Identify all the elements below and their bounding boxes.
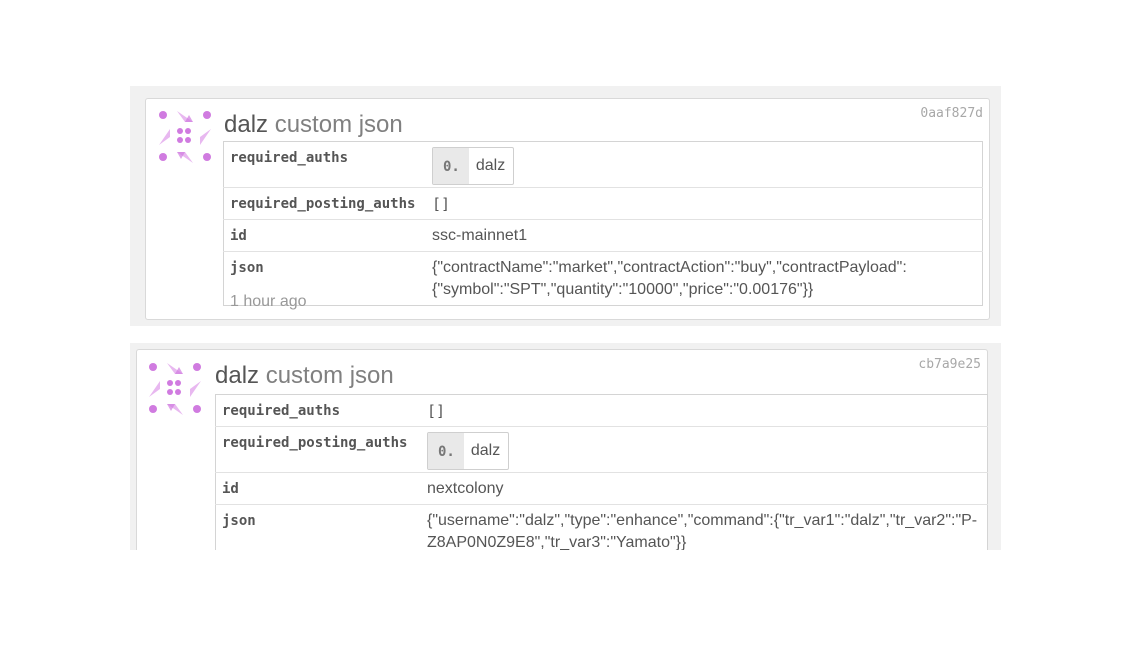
table-row: id nextcolony <box>215 472 988 505</box>
field-value: [] <box>427 402 446 420</box>
field-key: id <box>215 472 421 505</box>
operation-type: custom json <box>265 362 394 389</box>
table-row: required_posting_auths [] <box>223 187 983 220</box>
field-value: 0. dalz <box>421 426 988 473</box>
auth-entry: 0. dalz <box>427 432 510 470</box>
field-value: [] <box>426 187 983 220</box>
timestamp: 1 hour ago <box>230 293 307 310</box>
operation-title: dalz custom json <box>215 361 394 391</box>
field-value: 0. dalz <box>426 142 983 188</box>
field-key: required_posting_auths <box>215 426 421 473</box>
field-value: nextcolony <box>421 472 988 505</box>
identicon-avatar-icon[interactable] <box>157 109 213 165</box>
field-key: required_auths <box>230 150 349 166</box>
operation-card: dalz custom json 0aaf827d required_auths… <box>145 98 990 320</box>
field-key: id <box>223 219 426 252</box>
auth-account-link[interactable]: dalz <box>469 148 513 184</box>
identicon-avatar-icon[interactable] <box>147 361 203 417</box>
auth-index: 0. <box>428 433 464 469</box>
operation-details-table: required_auths 0. dalz required_posting_… <box>223 141 983 306</box>
auth-account-link[interactable]: dalz <box>464 433 508 469</box>
table-row: required_posting_auths 0. dalz <box>215 426 988 473</box>
table-row: json {"username":"dalz","type":"enhance"… <box>215 504 988 550</box>
table-row: required_auths 0. dalz <box>224 142 983 188</box>
author-link[interactable]: dalz <box>215 362 259 389</box>
field-key: required_auths <box>222 403 341 419</box>
json-value: {"contractName":"market","contractAction… <box>426 251 983 306</box>
table-row: json {"contractName":"market","contractA… <box>223 251 983 306</box>
transaction-id-link[interactable]: 0aaf827d <box>920 106 983 121</box>
table-row: required_auths [] <box>216 395 988 427</box>
transaction-id-link[interactable]: cb7a9e25 <box>918 357 981 372</box>
auth-index: 0. <box>433 148 469 184</box>
operation-type: custom json <box>274 111 403 138</box>
field-key: required_posting_auths <box>223 187 426 220</box>
operation-panel-1: dalz custom json 0aaf827d required_auths… <box>130 86 1001 326</box>
operation-panel-2: dalz custom json cb7a9e25 required_auths… <box>130 343 1001 550</box>
field-key: json <box>215 504 421 550</box>
table-row: id ssc-mainnet1 <box>223 219 983 252</box>
operation-title: dalz custom json <box>224 110 403 140</box>
operation-details-table: required_auths [] required_posting_auths… <box>215 394 988 550</box>
author-link[interactable]: dalz <box>224 111 268 138</box>
field-value: ssc-mainnet1 <box>426 219 983 252</box>
auth-entry: 0. dalz <box>432 147 515 185</box>
operation-card: dalz custom json cb7a9e25 required_auths… <box>136 349 988 550</box>
json-value: {"username":"dalz","type":"enhance","com… <box>421 504 988 550</box>
